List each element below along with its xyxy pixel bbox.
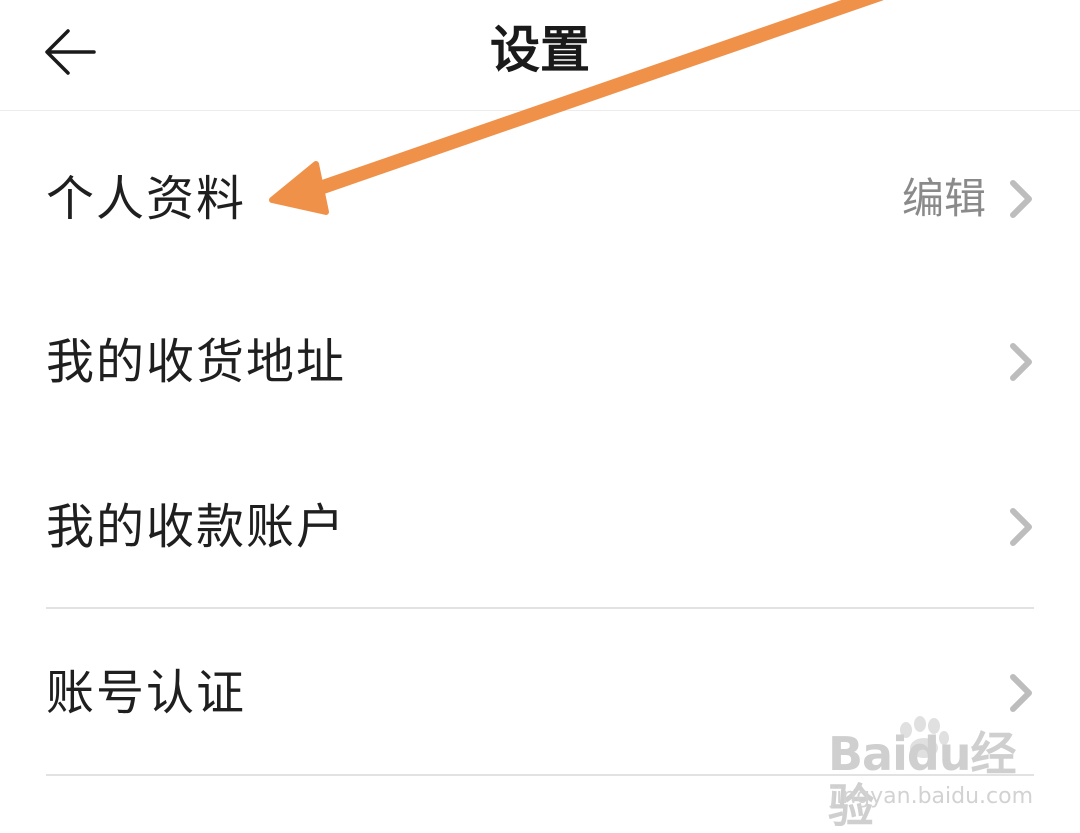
settings-item-account-verification[interactable]: 账号认证 bbox=[0, 618, 1080, 768]
settings-item-payment-account[interactable]: 我的收款账户 bbox=[0, 452, 1080, 602]
settings-screen: 设置 个人资料 编辑 我的收货地址 我的收款账户 账号认证 Baidu经验 ji… bbox=[0, 0, 1080, 833]
settings-item-label: 账号认证 bbox=[46, 665, 247, 721]
settings-item-label: 我的收货地址 bbox=[46, 334, 347, 390]
chevron-right-icon bbox=[1010, 508, 1032, 546]
settings-item-profile[interactable]: 个人资料 编辑 bbox=[0, 124, 1080, 274]
page-title: 设置 bbox=[490, 21, 590, 79]
chevron-right-icon bbox=[1010, 343, 1032, 381]
settings-item-label: 我的收款账户 bbox=[46, 499, 347, 555]
watermark-url: jingyan.baidu.com bbox=[830, 784, 1034, 809]
top-bar: 设置 bbox=[0, 0, 1080, 111]
chevron-right-icon bbox=[1010, 180, 1032, 218]
settings-item-label: 个人资料 bbox=[46, 171, 247, 227]
section-divider bbox=[46, 607, 1034, 609]
chevron-right-icon bbox=[1010, 674, 1032, 712]
edit-link[interactable]: 编辑 bbox=[902, 169, 986, 229]
section-divider bbox=[46, 774, 1034, 776]
settings-item-shipping-address[interactable]: 我的收货地址 bbox=[0, 287, 1080, 437]
